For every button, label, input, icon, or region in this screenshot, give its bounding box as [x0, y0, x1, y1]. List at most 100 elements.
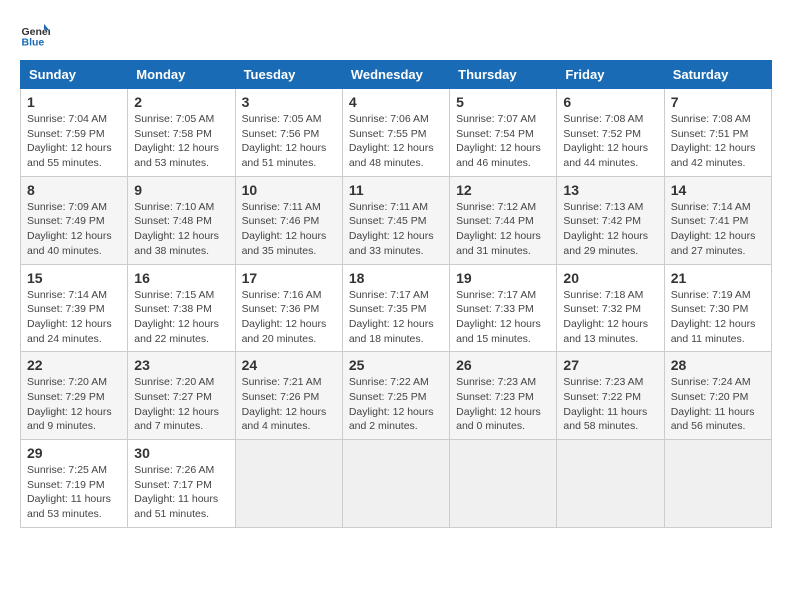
day-number: 7	[671, 94, 765, 110]
day-number: 27	[563, 357, 657, 373]
calendar-cell	[664, 440, 771, 528]
day-detail: Sunrise: 7:12 AMSunset: 7:44 PMDaylight:…	[456, 201, 541, 257]
calendar-cell	[342, 440, 449, 528]
column-header-friday: Friday	[557, 61, 664, 89]
day-number: 29	[27, 445, 121, 461]
column-header-tuesday: Tuesday	[235, 61, 342, 89]
day-number: 21	[671, 270, 765, 286]
day-detail: Sunrise: 7:09 AMSunset: 7:49 PMDaylight:…	[27, 201, 112, 257]
calendar-cell: 12 Sunrise: 7:12 AMSunset: 7:44 PMDaylig…	[450, 176, 557, 264]
calendar-cell: 16 Sunrise: 7:15 AMSunset: 7:38 PMDaylig…	[128, 264, 235, 352]
day-number: 11	[349, 182, 443, 198]
day-number: 28	[671, 357, 765, 373]
column-header-thursday: Thursday	[450, 61, 557, 89]
calendar-cell: 18 Sunrise: 7:17 AMSunset: 7:35 PMDaylig…	[342, 264, 449, 352]
day-number: 16	[134, 270, 228, 286]
day-number: 25	[349, 357, 443, 373]
calendar-cell: 3 Sunrise: 7:05 AMSunset: 7:56 PMDayligh…	[235, 89, 342, 177]
column-header-saturday: Saturday	[664, 61, 771, 89]
day-detail: Sunrise: 7:11 AMSunset: 7:46 PMDaylight:…	[242, 201, 327, 257]
day-number: 26	[456, 357, 550, 373]
column-header-sunday: Sunday	[21, 61, 128, 89]
column-header-monday: Monday	[128, 61, 235, 89]
day-detail: Sunrise: 7:16 AMSunset: 7:36 PMDaylight:…	[242, 289, 327, 345]
calendar-cell	[235, 440, 342, 528]
day-detail: Sunrise: 7:17 AMSunset: 7:35 PMDaylight:…	[349, 289, 434, 345]
day-number: 20	[563, 270, 657, 286]
day-number: 17	[242, 270, 336, 286]
day-detail: Sunrise: 7:07 AMSunset: 7:54 PMDaylight:…	[456, 113, 541, 169]
calendar-week-2: 8 Sunrise: 7:09 AMSunset: 7:49 PMDayligh…	[21, 176, 772, 264]
calendar-cell: 1 Sunrise: 7:04 AMSunset: 7:59 PMDayligh…	[21, 89, 128, 177]
calendar-cell: 26 Sunrise: 7:23 AMSunset: 7:23 PMDaylig…	[450, 352, 557, 440]
calendar-week-4: 22 Sunrise: 7:20 AMSunset: 7:29 PMDaylig…	[21, 352, 772, 440]
day-number: 23	[134, 357, 228, 373]
calendar-cell: 28 Sunrise: 7:24 AMSunset: 7:20 PMDaylig…	[664, 352, 771, 440]
day-detail: Sunrise: 7:14 AMSunset: 7:41 PMDaylight:…	[671, 201, 756, 257]
calendar-cell: 6 Sunrise: 7:08 AMSunset: 7:52 PMDayligh…	[557, 89, 664, 177]
calendar-week-5: 29 Sunrise: 7:25 AMSunset: 7:19 PMDaylig…	[21, 440, 772, 528]
logo-icon: General Blue	[20, 20, 50, 50]
calendar-cell	[450, 440, 557, 528]
calendar-cell: 5 Sunrise: 7:07 AMSunset: 7:54 PMDayligh…	[450, 89, 557, 177]
day-detail: Sunrise: 7:17 AMSunset: 7:33 PMDaylight:…	[456, 289, 541, 345]
calendar-cell: 9 Sunrise: 7:10 AMSunset: 7:48 PMDayligh…	[128, 176, 235, 264]
calendar-cell: 23 Sunrise: 7:20 AMSunset: 7:27 PMDaylig…	[128, 352, 235, 440]
day-detail: Sunrise: 7:13 AMSunset: 7:42 PMDaylight:…	[563, 201, 648, 257]
day-detail: Sunrise: 7:06 AMSunset: 7:55 PMDaylight:…	[349, 113, 434, 169]
calendar-cell: 24 Sunrise: 7:21 AMSunset: 7:26 PMDaylig…	[235, 352, 342, 440]
day-detail: Sunrise: 7:14 AMSunset: 7:39 PMDaylight:…	[27, 289, 112, 345]
calendar-cell: 15 Sunrise: 7:14 AMSunset: 7:39 PMDaylig…	[21, 264, 128, 352]
day-detail: Sunrise: 7:19 AMSunset: 7:30 PMDaylight:…	[671, 289, 756, 345]
calendar-cell: 11 Sunrise: 7:11 AMSunset: 7:45 PMDaylig…	[342, 176, 449, 264]
day-detail: Sunrise: 7:26 AMSunset: 7:17 PMDaylight:…	[134, 464, 218, 520]
day-number: 1	[27, 94, 121, 110]
calendar-cell: 21 Sunrise: 7:19 AMSunset: 7:30 PMDaylig…	[664, 264, 771, 352]
day-detail: Sunrise: 7:20 AMSunset: 7:29 PMDaylight:…	[27, 376, 112, 432]
day-detail: Sunrise: 7:22 AMSunset: 7:25 PMDaylight:…	[349, 376, 434, 432]
day-detail: Sunrise: 7:23 AMSunset: 7:22 PMDaylight:…	[563, 376, 647, 432]
calendar-body: 1 Sunrise: 7:04 AMSunset: 7:59 PMDayligh…	[21, 89, 772, 528]
calendar-cell: 13 Sunrise: 7:13 AMSunset: 7:42 PMDaylig…	[557, 176, 664, 264]
calendar-cell: 29 Sunrise: 7:25 AMSunset: 7:19 PMDaylig…	[21, 440, 128, 528]
day-detail: Sunrise: 7:10 AMSunset: 7:48 PMDaylight:…	[134, 201, 219, 257]
day-number: 24	[242, 357, 336, 373]
calendar-cell: 10 Sunrise: 7:11 AMSunset: 7:46 PMDaylig…	[235, 176, 342, 264]
day-number: 14	[671, 182, 765, 198]
day-detail: Sunrise: 7:18 AMSunset: 7:32 PMDaylight:…	[563, 289, 648, 345]
calendar-cell: 7 Sunrise: 7:08 AMSunset: 7:51 PMDayligh…	[664, 89, 771, 177]
day-number: 8	[27, 182, 121, 198]
calendar-week-3: 15 Sunrise: 7:14 AMSunset: 7:39 PMDaylig…	[21, 264, 772, 352]
day-number: 12	[456, 182, 550, 198]
day-detail: Sunrise: 7:08 AMSunset: 7:52 PMDaylight:…	[563, 113, 648, 169]
day-number: 10	[242, 182, 336, 198]
calendar-cell: 25 Sunrise: 7:22 AMSunset: 7:25 PMDaylig…	[342, 352, 449, 440]
page-header: General Blue	[20, 20, 772, 50]
calendar-cell: 22 Sunrise: 7:20 AMSunset: 7:29 PMDaylig…	[21, 352, 128, 440]
day-number: 22	[27, 357, 121, 373]
calendar-table: SundayMondayTuesdayWednesdayThursdayFrid…	[20, 60, 772, 528]
day-number: 2	[134, 94, 228, 110]
day-detail: Sunrise: 7:08 AMSunset: 7:51 PMDaylight:…	[671, 113, 756, 169]
calendar-cell: 20 Sunrise: 7:18 AMSunset: 7:32 PMDaylig…	[557, 264, 664, 352]
day-number: 9	[134, 182, 228, 198]
day-detail: Sunrise: 7:15 AMSunset: 7:38 PMDaylight:…	[134, 289, 219, 345]
calendar-cell	[557, 440, 664, 528]
day-detail: Sunrise: 7:04 AMSunset: 7:59 PMDaylight:…	[27, 113, 112, 169]
calendar-cell: 19 Sunrise: 7:17 AMSunset: 7:33 PMDaylig…	[450, 264, 557, 352]
calendar-cell: 30 Sunrise: 7:26 AMSunset: 7:17 PMDaylig…	[128, 440, 235, 528]
day-detail: Sunrise: 7:05 AMSunset: 7:58 PMDaylight:…	[134, 113, 219, 169]
calendar-cell: 17 Sunrise: 7:16 AMSunset: 7:36 PMDaylig…	[235, 264, 342, 352]
day-detail: Sunrise: 7:11 AMSunset: 7:45 PMDaylight:…	[349, 201, 434, 257]
day-number: 18	[349, 270, 443, 286]
calendar-cell: 27 Sunrise: 7:23 AMSunset: 7:22 PMDaylig…	[557, 352, 664, 440]
column-header-wednesday: Wednesday	[342, 61, 449, 89]
day-detail: Sunrise: 7:05 AMSunset: 7:56 PMDaylight:…	[242, 113, 327, 169]
calendar-week-1: 1 Sunrise: 7:04 AMSunset: 7:59 PMDayligh…	[21, 89, 772, 177]
day-number: 19	[456, 270, 550, 286]
day-detail: Sunrise: 7:20 AMSunset: 7:27 PMDaylight:…	[134, 376, 219, 432]
day-number: 30	[134, 445, 228, 461]
day-number: 5	[456, 94, 550, 110]
day-number: 4	[349, 94, 443, 110]
day-detail: Sunrise: 7:21 AMSunset: 7:26 PMDaylight:…	[242, 376, 327, 432]
